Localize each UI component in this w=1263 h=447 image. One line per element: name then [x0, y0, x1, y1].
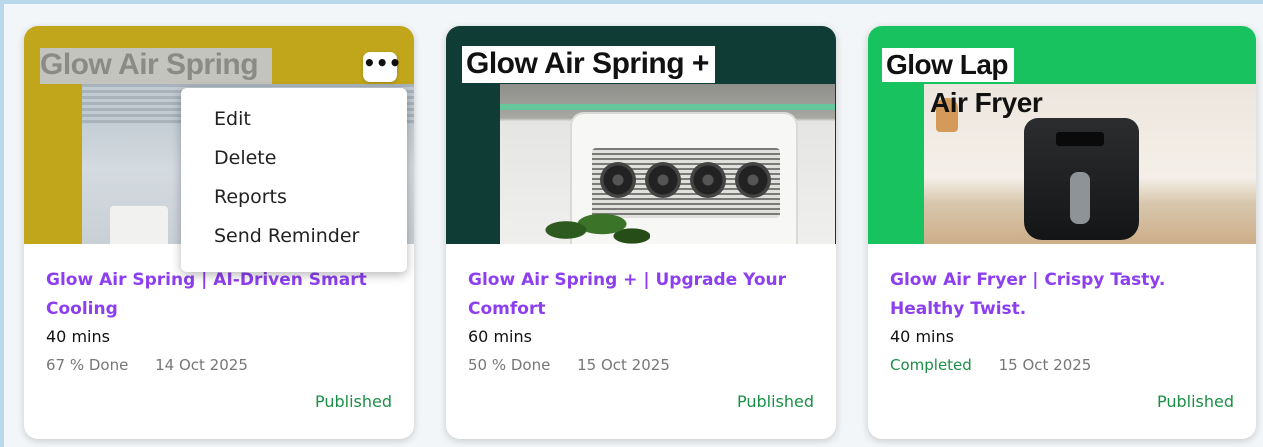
fan-icon — [645, 162, 681, 198]
menu-item-edit[interactable]: Edit — [181, 106, 407, 145]
wall-stripe — [500, 104, 835, 110]
course-duration: 40 mins — [890, 327, 954, 346]
menu-item-send-reminder[interactable]: Send Reminder — [181, 223, 407, 262]
thumbnail-subtitle: Air Fryer — [930, 87, 1043, 118]
course-title[interactable]: Glow Air Spring | AI-Driven Smart Coolin… — [46, 266, 396, 324]
course-card[interactable]: Glow Air Spring + Glow Air Spring + | Up… — [446, 26, 836, 439]
plant-image — [530, 194, 650, 244]
course-duration: 60 mins — [468, 327, 532, 346]
fan-icon — [600, 162, 636, 198]
course-info: Glow Air Fryer | Crispy Tasty. Healthy T… — [890, 266, 1238, 375]
course-date: 15 Oct 2025 — [577, 356, 670, 374]
thumbnail-title: Glow Air Spring + — [462, 46, 715, 83]
course-info: Glow Air Spring | AI-Driven Smart Coolin… — [46, 266, 396, 375]
menu-item-delete[interactable]: Delete — [181, 145, 407, 184]
thumbnail-title: Glow Lap — [882, 48, 1014, 82]
course-progress: 50 % Done — [468, 356, 551, 374]
device-display — [1056, 132, 1104, 146]
course-info: Glow Air Spring + | Upgrade Your Comfort… — [468, 266, 818, 375]
menu-item-reports[interactable]: Reports — [181, 184, 407, 223]
thumbnail-title: Glow Air Spring — [40, 48, 273, 84]
status-badge: Published — [736, 392, 814, 411]
course-card[interactable]: Glow Lap Air Fryer Glow Air Fryer | Cris… — [868, 26, 1256, 439]
course-date: 15 Oct 2025 — [998, 356, 1092, 374]
course-thumbnail[interactable]: Glow Lap Air Fryer — [868, 26, 1256, 244]
status-badge: Published — [314, 392, 392, 411]
course-duration: 40 mins — [46, 327, 110, 346]
context-menu: Edit Delete Reports Send Reminder — [181, 88, 407, 272]
course-title[interactable]: Glow Air Fryer | Crispy Tasty. Healthy T… — [890, 266, 1238, 324]
status-badge: Published — [1156, 392, 1234, 411]
course-meta: 50 % Done 15 Oct 2025 — [468, 355, 818, 375]
course-thumbnail[interactable]: Glow Air Spring + — [446, 26, 836, 244]
course-card[interactable]: Glow Air Spring ••• Edit Delete Reports … — [24, 26, 414, 439]
course-grid: Glow Air Spring ••• Edit Delete Reports … — [0, 0, 1263, 447]
fan-icon — [690, 162, 726, 198]
course-title[interactable]: Glow Air Spring + | Upgrade Your Comfort — [468, 266, 818, 324]
thumbnail-photo — [500, 84, 835, 244]
device-image — [1024, 118, 1139, 240]
more-horizontal-icon: ••• — [363, 51, 402, 75]
course-meta: 67 % Done 14 Oct 2025 — [46, 355, 396, 375]
device-image — [110, 206, 168, 244]
fan-icon — [735, 162, 771, 198]
more-options-button[interactable]: ••• — [363, 52, 401, 82]
course-date: 14 Oct 2025 — [155, 356, 248, 374]
course-meta: Completed 15 Oct 2025 — [890, 355, 1238, 375]
course-progress: 67 % Done — [46, 356, 129, 374]
device-handle — [1070, 172, 1090, 224]
course-progress: Completed — [890, 356, 972, 374]
